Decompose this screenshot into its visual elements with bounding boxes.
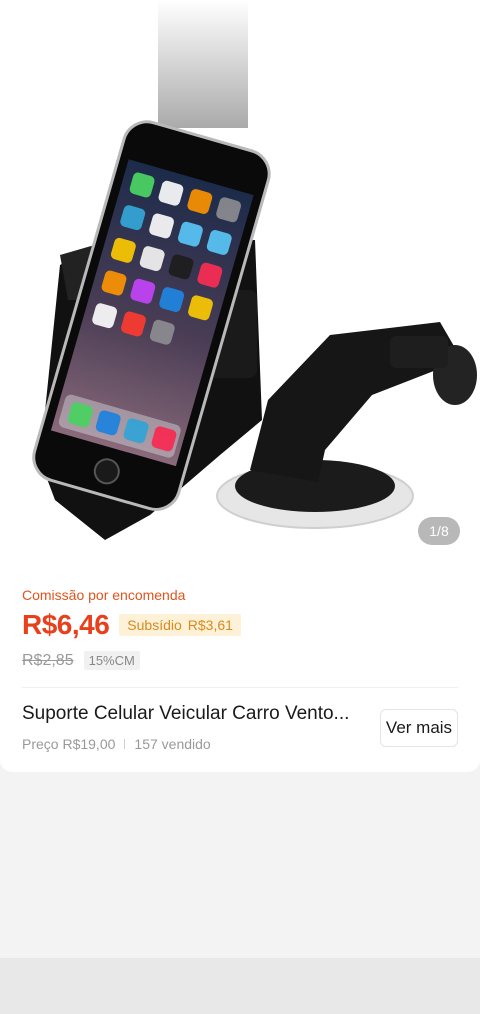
product-photo	[32, 0, 477, 540]
sold-count: 157 vendido	[134, 736, 211, 752]
old-price: R$2,85	[22, 651, 74, 669]
product-meta: Preço R$19,00 157 vendido	[22, 736, 211, 752]
old-price-row: R$2,85 15%CM	[22, 651, 140, 670]
subsidy-label: Subsídio	[127, 617, 182, 633]
commission-label: Comissão por encomenda	[22, 587, 186, 603]
commission-rate-badge: 15%CM	[83, 651, 140, 670]
meta-separator	[124, 739, 126, 749]
subsidy-value: R$3,61	[187, 617, 233, 633]
commission-price: R$6,46	[22, 609, 110, 640]
bottom-bar	[0, 958, 480, 1014]
divider	[22, 687, 458, 688]
product-price: Preço R$19,00	[22, 736, 116, 752]
commission-price-row: R$6,46 Subsídio R$3,61	[22, 609, 241, 641]
product-info-card: Comissão por encomenda R$6,46 Subsídio R$…	[0, 565, 480, 772]
image-page-indicator: 1/8	[418, 517, 460, 545]
product-image-gallery[interactable]: 1/8	[0, 0, 480, 565]
subsidy-badge: Subsídio R$3,61	[119, 614, 241, 636]
product-title[interactable]: Suporte Celular Veicular Carro Vento...	[22, 703, 370, 725]
see-more-button[interactable]: Ver mais	[380, 709, 458, 747]
